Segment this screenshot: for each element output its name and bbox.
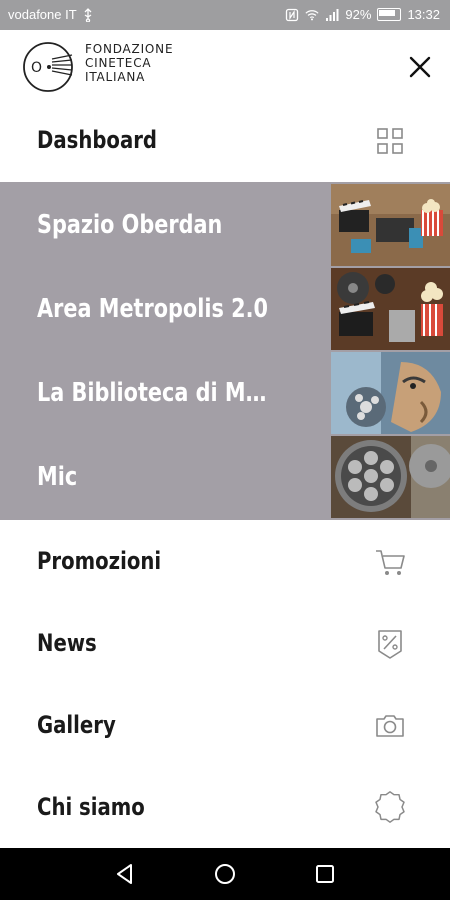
battery-percent: 92% — [345, 7, 372, 22]
space-label: Spazio Oberdan — [37, 210, 223, 240]
brand-line-3: ITALIANA — [85, 70, 146, 84]
system-nav-bar — [0, 848, 450, 900]
recents-icon[interactable] — [312, 861, 338, 887]
space-label: Mic — [37, 462, 78, 492]
film-reels-popcorn-photo — [331, 268, 450, 350]
menu-item-gallery[interactable]: Gallery — [0, 684, 450, 766]
carrier-label: vodafone IT — [8, 7, 77, 22]
menu-item-la-biblioteca[interactable]: La Biblioteca di M… — [0, 352, 450, 434]
cart-icon — [376, 550, 405, 575]
menu-item-label: Chi siamo — [37, 793, 145, 821]
close-icon[interactable] — [405, 52, 435, 82]
home-icon[interactable] — [212, 861, 238, 887]
svg-text:O: O — [31, 60, 42, 76]
brand-line-2: CINETECA — [85, 56, 152, 70]
back-icon[interactable] — [112, 861, 138, 887]
menu-item-label: Dashboard — [37, 126, 158, 154]
menu-item-label: Gallery — [37, 711, 116, 739]
brand-line-1: FONDAZIONE — [85, 42, 174, 56]
mural-film-reel-photo — [331, 352, 450, 434]
menu-item-news[interactable]: News — [0, 602, 450, 684]
grid-icon — [377, 128, 403, 154]
badge-icon — [375, 791, 405, 823]
menu-item-chi-siamo[interactable]: Chi siamo — [0, 766, 450, 848]
usb-icon — [84, 7, 92, 22]
wifi-icon — [305, 9, 319, 20]
menu-item-label: Promozioni — [37, 547, 162, 575]
status-bar: vodafone IT 92% 13:32 — [0, 0, 450, 30]
menu-item-promozioni[interactable]: Promozioni — [0, 520, 450, 602]
menu-item-dashboard[interactable]: Dashboard — [0, 99, 450, 181]
clock: 13:32 — [407, 7, 440, 22]
space-label: Area Metropolis 2.0 — [37, 294, 268, 324]
signal-icon — [326, 8, 339, 21]
menu-item-mic[interactable]: Mic — [0, 436, 450, 518]
menu-item-label: News — [37, 629, 97, 657]
menu-item-spazio-oberdan[interactable]: Spazio Oberdan — [0, 184, 450, 266]
film-reel-closeup-photo — [331, 436, 450, 518]
clapperboard-popcorn-photo — [331, 184, 450, 266]
nfc-icon — [286, 8, 299, 21]
space-label: La Biblioteca di M… — [37, 378, 267, 408]
brand-name: FONDAZIONE CINETECA ITALIANA — [85, 42, 225, 84]
cineteca-logo: O — [23, 42, 73, 92]
battery-icon — [377, 8, 402, 21]
menu-item-area-metropolis[interactable]: Area Metropolis 2.0 — [0, 268, 450, 350]
percent-tag-icon — [378, 630, 402, 659]
camera-icon — [376, 715, 404, 737]
